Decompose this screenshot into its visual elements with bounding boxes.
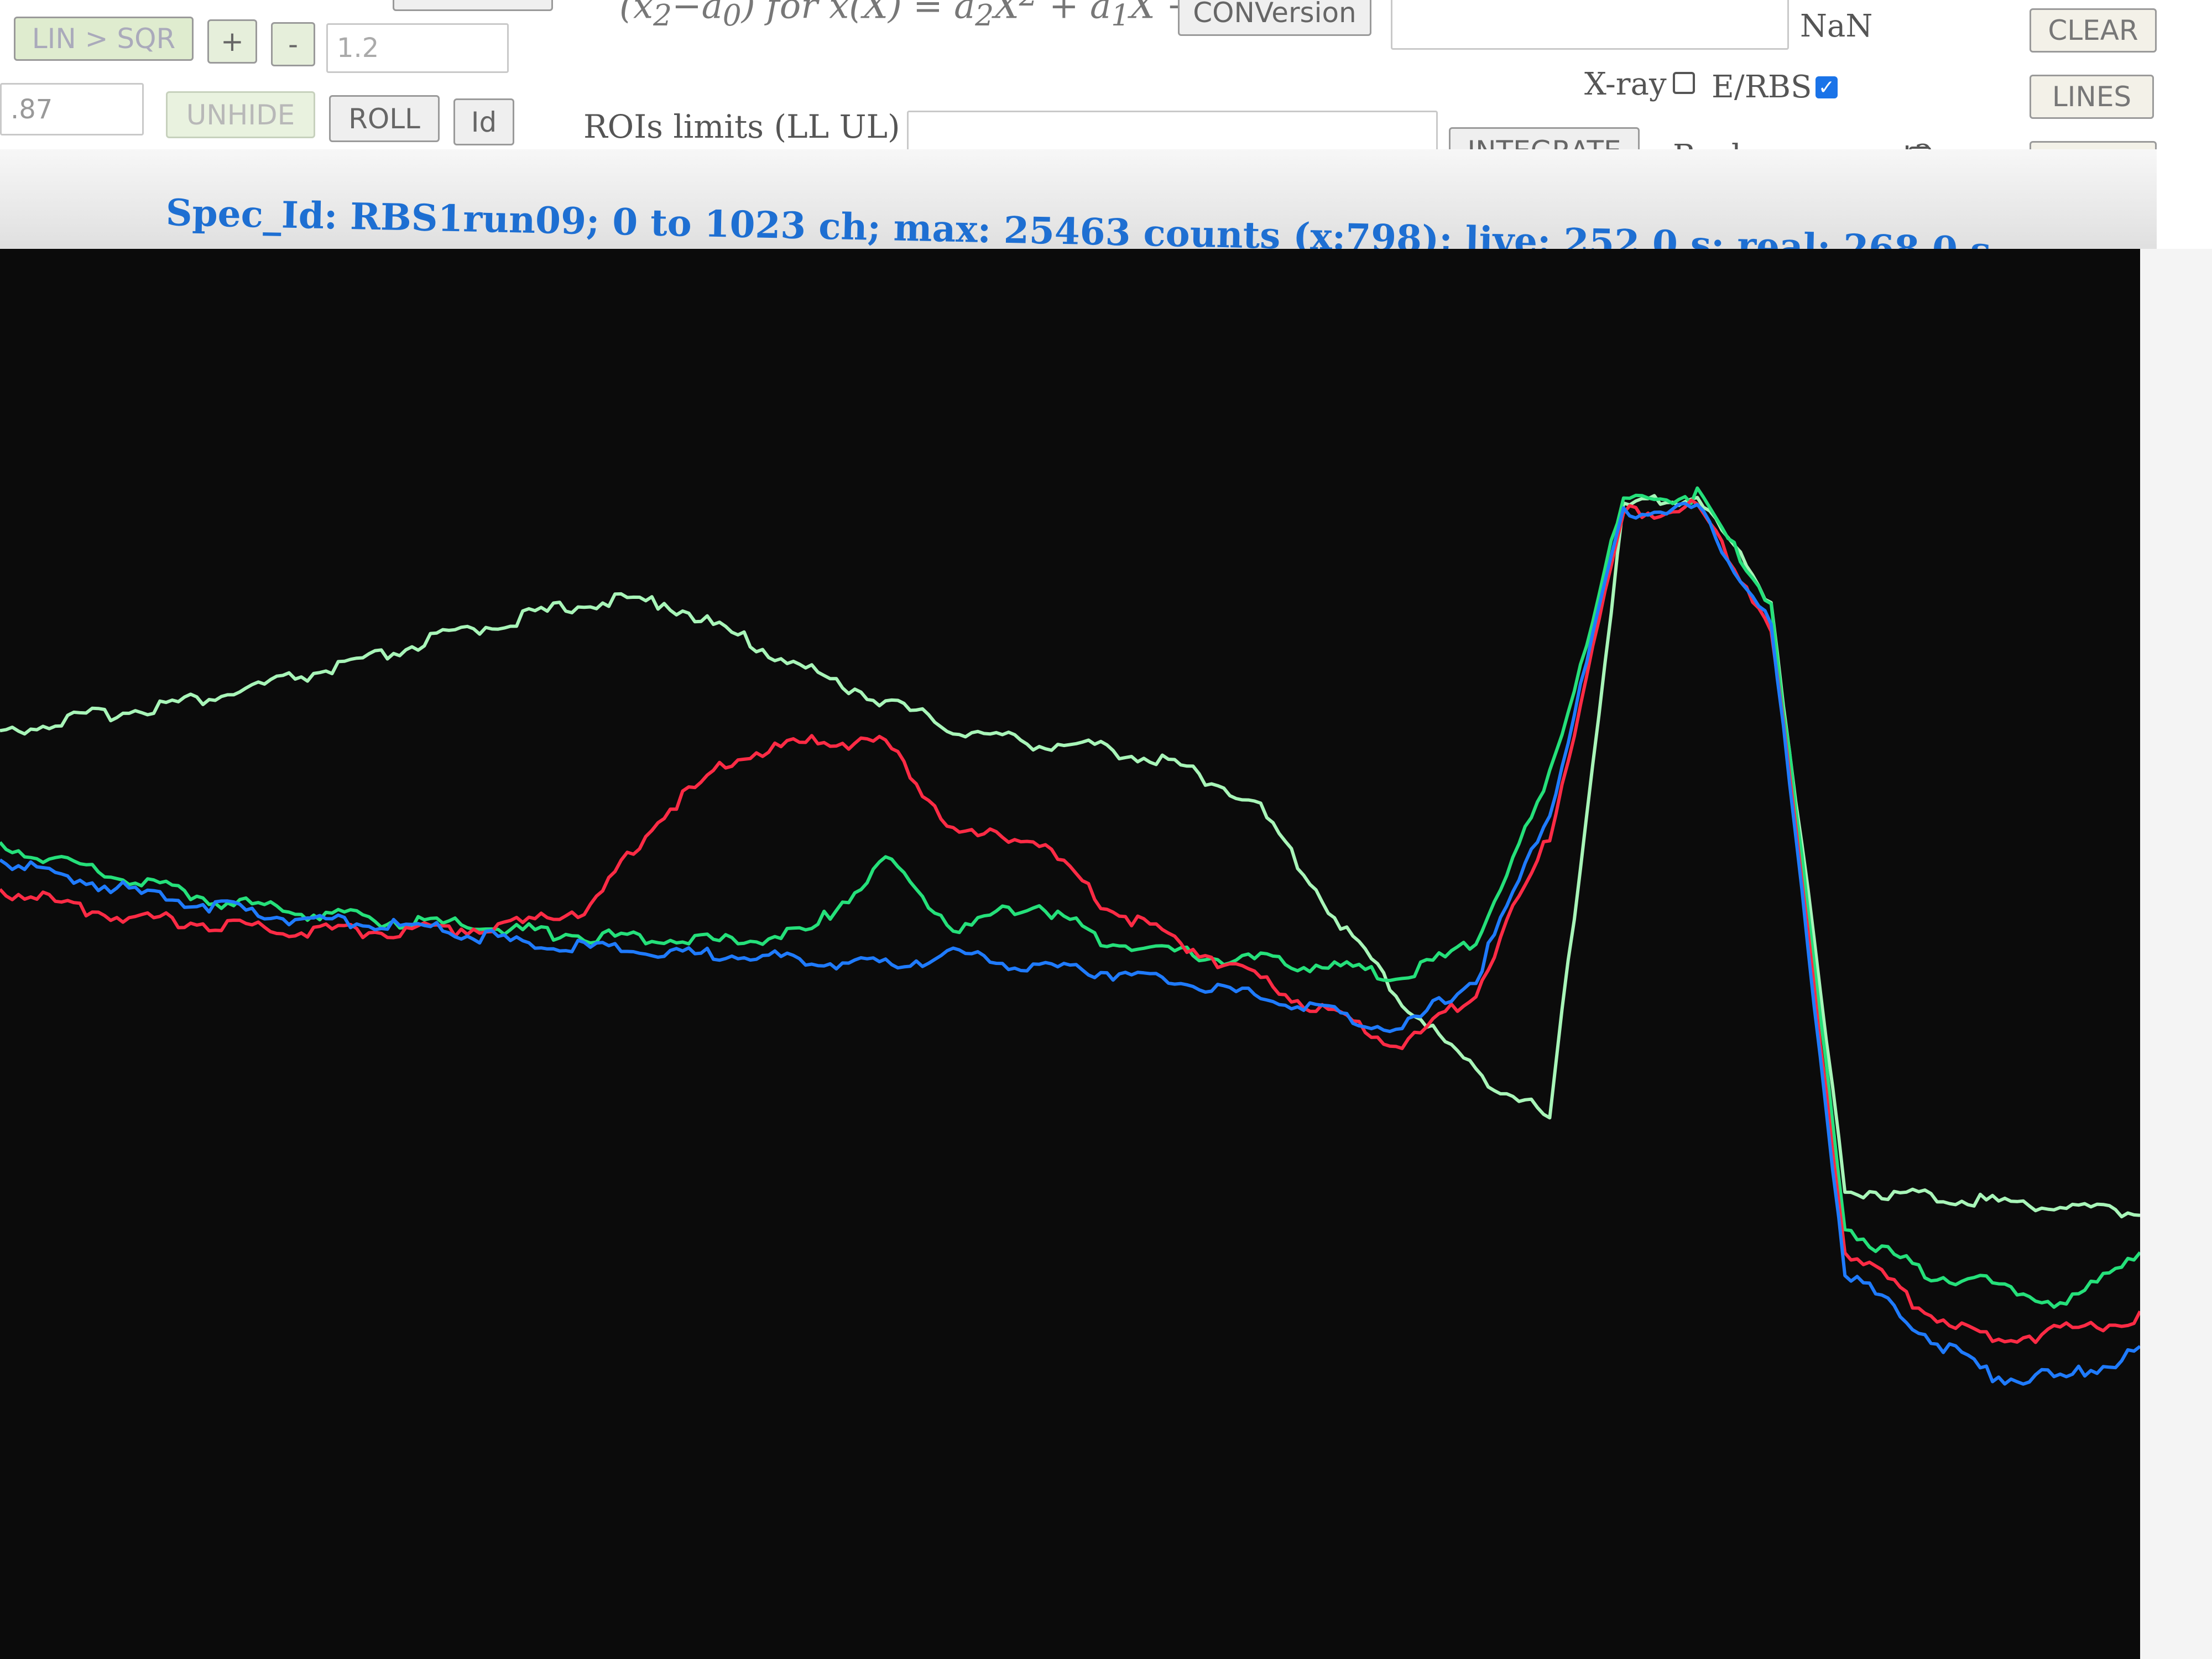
roll-button[interactable]: ROLL — [329, 95, 440, 142]
spectrum-trace-green — [0, 486, 2140, 1309]
formula-fragment: (x2−a0) for x(X) = a2X2 + a1X + a0 — [619, 0, 1247, 33]
scale-input[interactable]: 1.2 — [326, 23, 509, 73]
left-value-input[interactable]: .87 — [0, 83, 144, 135]
plus-button[interactable]: + — [207, 19, 257, 64]
erbs-checkbox[interactable]: ✓ — [1815, 76, 1838, 99]
unhide-button[interactable]: UNHIDE — [166, 91, 315, 138]
xray-checkbox[interactable] — [1673, 72, 1695, 94]
id-button[interactable]: Id — [453, 98, 514, 145]
conversion-result-input[interactable] — [1391, 0, 1789, 50]
right-margin — [2140, 249, 2212, 1659]
erbs-label: E/RBS — [1712, 69, 1812, 105]
xray-label: X-ray — [1584, 66, 1667, 102]
rois-label: ROIs limits (LL UL) — [583, 108, 900, 145]
lin-sqr-button[interactable]: LIN > SQR — [14, 17, 194, 61]
spectrum-chart — [0, 486, 2140, 1386]
nan-text: NaN — [1800, 8, 1873, 44]
top-cropped-button[interactable] — [393, 0, 553, 11]
spectrum-plot[interactable] — [0, 249, 2140, 1659]
spectrum-trace-light_green — [0, 494, 2140, 1219]
lines-button[interactable]: LINES — [2030, 75, 2154, 119]
conversion-button[interactable]: CONVersion — [1178, 0, 1371, 36]
minus-button[interactable]: - — [271, 22, 315, 66]
clear-top-button[interactable]: CLEAR — [2030, 8, 2157, 53]
spectrum-trace-red — [0, 498, 2140, 1344]
spectrum-trace-blue — [0, 502, 2140, 1386]
